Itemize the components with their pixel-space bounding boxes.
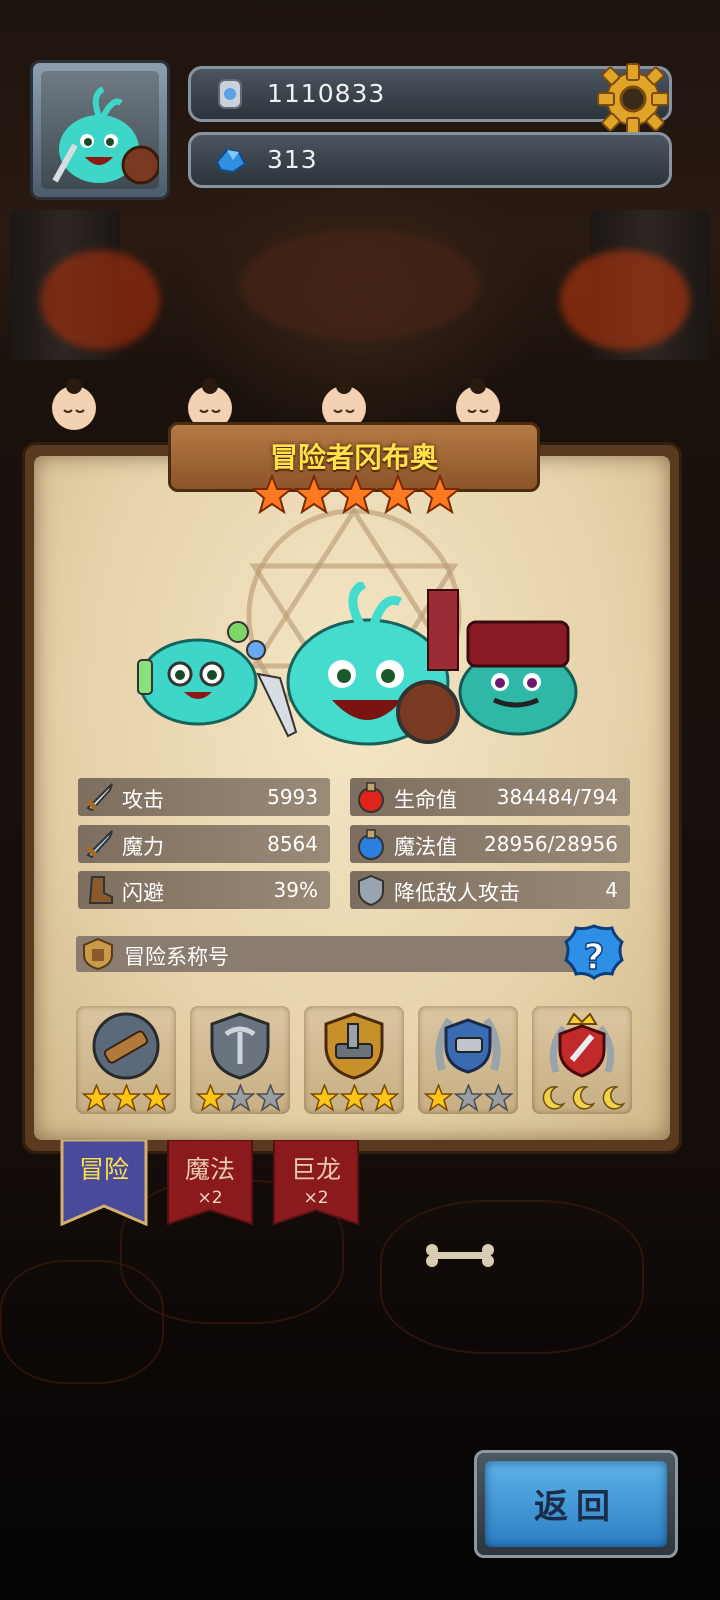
stat-mp: 魔法值 28956/28956 — [350, 825, 630, 863]
back-button-label: 返回 — [534, 1487, 618, 1527]
badge-stars — [536, 1084, 628, 1110]
title-badge-pickaxe[interactable] — [190, 1006, 290, 1114]
gold-star-icon — [195, 1084, 225, 1112]
stat-attack: 攻击 5993 — [78, 778, 330, 816]
pickaxe-shield-badge-icon — [210, 1012, 270, 1080]
stat-label: 魔法值 — [394, 835, 457, 859]
blue-crystal-icon — [215, 148, 247, 174]
sword-icon — [85, 783, 113, 812]
grey-star-icon — [255, 1084, 285, 1112]
crescent-moon-icon — [602, 1086, 626, 1110]
shield-icon — [358, 874, 384, 907]
stat-label: 魔力 — [122, 835, 164, 859]
gem-amount: 313 — [267, 145, 318, 174]
lava-glow — [560, 250, 690, 350]
title-badge-cannon[interactable] — [418, 1006, 518, 1114]
boot-icon — [88, 876, 113, 904]
gear-icon[interactable] — [596, 62, 670, 136]
character-illustration — [137, 582, 578, 746]
gold-star-icon — [81, 1084, 111, 1112]
stat-value: 4 — [605, 878, 618, 902]
floor-crack — [0, 1260, 164, 1384]
lava-glow — [40, 250, 160, 350]
player-avatar[interactable] — [30, 60, 170, 200]
stat-label: 降低敌人攻击 — [394, 881, 520, 905]
adventure-badge-icon — [83, 937, 113, 971]
tab-dragon[interactable]: 巨龙 ×2 — [272, 1140, 360, 1226]
cannon-laurel-badge-icon — [435, 1017, 501, 1074]
gold-star-icon — [309, 1084, 339, 1112]
crescent-moon-icon — [542, 1086, 566, 1110]
stat-damage-reduction: 降低敌人攻击 4 — [350, 871, 630, 909]
stat-value: 39% — [273, 878, 318, 902]
star-icon — [294, 474, 334, 514]
title-badge-crown[interactable] — [532, 1006, 632, 1114]
silver-coin-icon — [218, 79, 242, 109]
stat-label: 生命值 — [394, 788, 457, 812]
star-icon — [420, 474, 460, 514]
crown-sword-badge-icon — [549, 1012, 615, 1078]
gold-star-icon — [423, 1084, 453, 1112]
tab-count: ×2 — [303, 1188, 329, 1208]
stat-value: 5993 — [267, 785, 318, 809]
tab-label: 巨龙 — [290, 1155, 341, 1184]
tab-adventure[interactable]: 冒险 — [60, 1140, 148, 1226]
title-badge-telescope[interactable] — [76, 1006, 176, 1114]
character-name: 冒险者冈布奥 — [269, 441, 438, 474]
star-icon — [378, 474, 418, 514]
title-section-header: 冒险系称号 — [76, 936, 576, 972]
badge-stars — [80, 1084, 172, 1112]
stat-value: 28956/28956 — [484, 832, 618, 856]
tab-count: ×2 — [197, 1188, 223, 1208]
grey-star-icon — [453, 1084, 483, 1112]
character-stars — [252, 474, 462, 514]
floor-crack — [380, 1200, 644, 1354]
svg-text:?: ? — [584, 937, 605, 978]
gold-star-icon — [339, 1084, 369, 1112]
npc-child-icon — [52, 378, 96, 430]
coin-amount: 1110833 — [267, 79, 386, 108]
grey-star-icon — [483, 1084, 513, 1112]
gem-counter: 313 — [188, 132, 672, 188]
question-mark-icon[interactable]: ? — [558, 924, 630, 988]
bone-decoration — [426, 1244, 494, 1267]
stat-label: 攻击 — [122, 788, 164, 812]
gold-star-icon — [111, 1084, 141, 1112]
cave-wall — [240, 230, 480, 340]
telescope-badge-icon — [92, 1012, 160, 1080]
stat-value: 8564 — [267, 832, 318, 856]
red-potion-icon — [358, 782, 384, 813]
badge-stars — [308, 1084, 400, 1112]
stat-dodge: 闪避 39% — [78, 871, 330, 909]
title-badge-anvil[interactable] — [304, 1006, 404, 1114]
gold-star-icon — [369, 1084, 399, 1112]
slime-avatar-icon — [52, 86, 159, 185]
stat-label: 闪避 — [122, 881, 164, 905]
back-button[interactable]: 返回 — [474, 1450, 678, 1558]
badge-stars — [422, 1084, 514, 1112]
stat-value: 384484/794 — [496, 785, 618, 809]
badge-stars — [194, 1084, 286, 1112]
star-icon — [252, 474, 292, 514]
stat-hp: 生命值 384484/794 — [350, 778, 630, 816]
title-section-label: 冒险系称号 — [124, 945, 229, 969]
tab-magic[interactable]: 魔法 ×2 — [166, 1140, 254, 1226]
anvil-hammer-badge-icon — [324, 1012, 384, 1080]
crescent-moon-icon — [572, 1086, 596, 1110]
gold-star-icon — [141, 1084, 171, 1112]
blue-potion-icon — [358, 829, 384, 860]
tab-label: 魔法 — [184, 1155, 235, 1184]
star-icon — [336, 474, 376, 514]
stat-magic: 魔力 8564 — [78, 825, 330, 863]
grey-star-icon — [225, 1084, 255, 1112]
tab-label: 冒险 — [78, 1155, 129, 1184]
magic-sword-icon — [85, 830, 113, 859]
